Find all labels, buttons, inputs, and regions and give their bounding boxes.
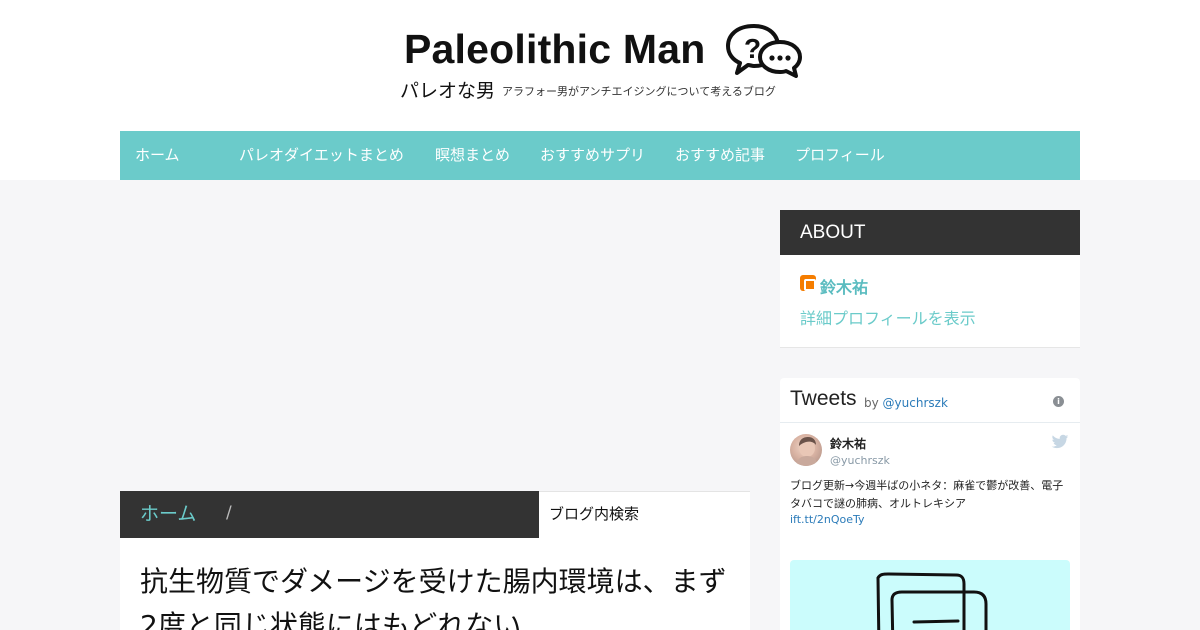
article: 抗生物質でダメージを受けた腸内環境は、まず2度と同じ状態にはもどれない [120, 538, 750, 630]
info-icon[interactable]: i [1053, 396, 1064, 407]
breadcrumb-separator: / [226, 503, 232, 523]
nav-item-recommended[interactable]: おすすめ記事 [675, 131, 765, 180]
about-widget: 鈴木祐 詳細プロフィールを表示 [780, 255, 1080, 348]
site-logo[interactable]: Paleolithic Man ? パレオな男 アラフォー男がアンチエイジングに… [400, 22, 810, 102]
twitter-bird-icon[interactable] [1051, 434, 1069, 450]
speech-bubbles-icon: ? [726, 24, 802, 78]
blog-search-widget: ブログ内検索 [539, 491, 750, 538]
tweet-author-name[interactable]: 鈴木祐 [830, 435, 866, 452]
site-tagline: アラフォー男がアンチエイジングについて考えるブログ [502, 85, 776, 98]
site-title: Paleolithic Man [404, 26, 706, 72]
blog-search-label[interactable]: ブログ内検索 [549, 492, 639, 537]
tweets-handle-link[interactable]: @yuchrszk [883, 396, 948, 410]
tweets-by-prefix: by [864, 396, 879, 410]
avatar[interactable] [790, 434, 822, 466]
view-profile-link[interactable]: 詳細プロフィールを表示 [800, 305, 976, 329]
nav-item-meditation[interactable]: 瞑想まとめ [435, 131, 510, 180]
ad-area [120, 210, 750, 480]
blogger-icon [800, 275, 816, 291]
nav-item-profile[interactable]: プロフィール [795, 131, 885, 180]
site-title-jp: パレオな男 [400, 80, 496, 102]
article-title: 抗生物質でダメージを受けた腸内環境は、まず2度と同じ状態にはもどれない [140, 565, 727, 630]
about-heading-bar: ABOUT [780, 210, 1080, 255]
tweet-author-handle[interactable]: @yuchrszk [830, 454, 890, 467]
tweets-by: by @yuchrszk [864, 396, 948, 410]
about-heading: ABOUT [800, 222, 866, 243]
nav-item-home[interactable]: ホーム [135, 131, 180, 180]
tweet-image[interactable] [790, 560, 1070, 630]
nav-item-paleo-diet[interactable]: パレオダイエットまとめ [239, 131, 404, 180]
author-name-link[interactable]: 鈴木祐 [820, 274, 868, 298]
nav-item-supplements[interactable]: おすすめサプリ [540, 131, 645, 180]
twitter-timeline-widget: Tweets by @yuchrszk i 鈴木祐 @yuchrszk ブログ更… [780, 378, 1080, 630]
twitter-widget-header: Tweets by @yuchrszk i [780, 378, 1080, 423]
tweets-title: Tweets [790, 387, 857, 410]
tweet-text: ブログ更新→今週半ばの小ネタ：麻雀で鬱が改善、電子タバコで謎の肺病、オルトレキシ… [790, 479, 1064, 510]
main-nav: ホーム パレオダイエットまとめ 瞑想まとめ おすすめサプリ おすすめ記事 プロフ… [120, 131, 1080, 180]
breadcrumb-home-link[interactable]: ホーム [140, 491, 196, 538]
breadcrumb: ホーム / [120, 491, 539, 538]
tweet-link[interactable]: ift.tt/2nQoeTy [790, 513, 865, 526]
